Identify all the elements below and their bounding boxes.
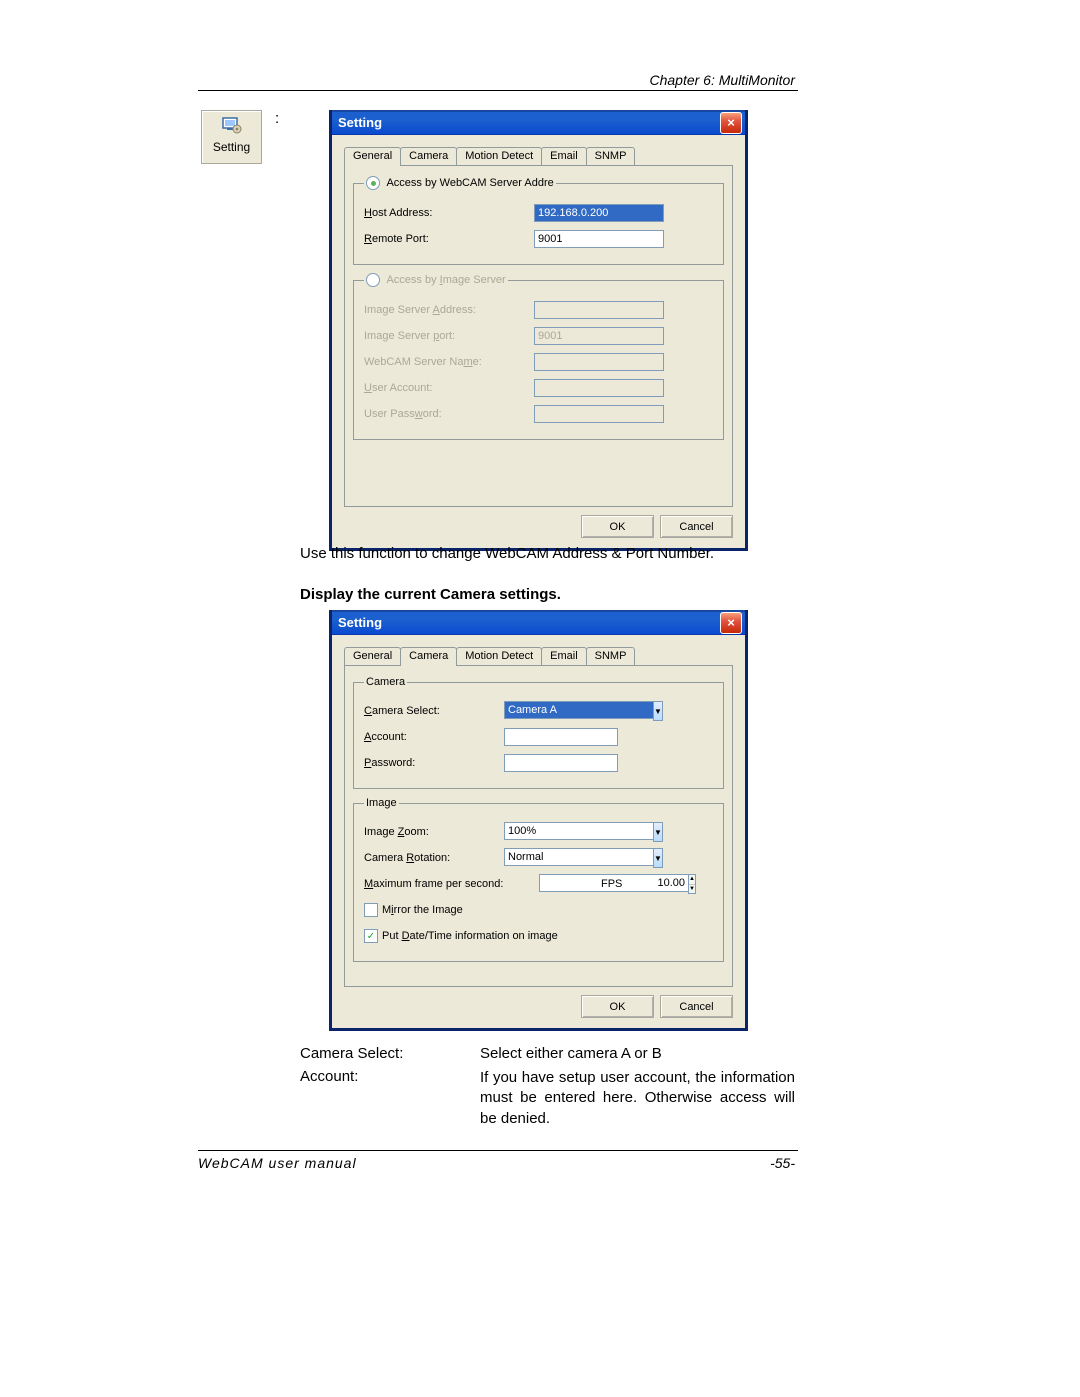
tab-strip: General Camera Motion Detect Email SNMP	[344, 143, 745, 165]
group-camera: Camera Camera Select: ▼ Account: Passwor…	[353, 676, 724, 789]
image-zoom-value[interactable]	[504, 822, 653, 840]
remote-port-input[interactable]	[534, 230, 664, 248]
group-image-server: Access by Image Server Image Server Addr…	[353, 273, 724, 440]
password-input[interactable]	[504, 754, 618, 772]
page-header-chapter: Chapter 6: MultiMonitor	[649, 72, 795, 88]
mirror-image-label: Mirror the Image	[382, 904, 463, 916]
account-input[interactable]	[504, 728, 618, 746]
chevron-down-icon[interactable]: ▼	[653, 701, 663, 721]
host-address-input[interactable]	[534, 204, 664, 222]
dialog-title: Setting	[338, 615, 720, 630]
max-fps-label: Maximum frame per second:	[364, 878, 539, 890]
tab-panel-camera: Camera Camera Select: ▼ Account: Passwor…	[344, 665, 733, 987]
webcam-server-name-input	[534, 353, 664, 371]
group-webcam-legend: Access by WebCAM Server Addre	[364, 176, 556, 190]
tab-strip: General Camera Motion Detect Email SNMP	[344, 643, 745, 665]
tab-snmp[interactable]: SNMP	[586, 647, 636, 665]
image-server-port-input	[534, 327, 664, 345]
setting-dialog-camera: Setting × General Camera Motion Detect E…	[329, 610, 748, 1031]
footer-manual: WebCAM user manual	[198, 1155, 357, 1171]
camera-select-combo[interactable]: ▼	[504, 701, 618, 721]
cancel-button[interactable]: Cancel	[660, 515, 733, 538]
fps-spinner[interactable]: ▲▼	[539, 874, 597, 894]
datetime-checkbox[interactable]: ✓	[364, 929, 378, 943]
titlebar: Setting ×	[332, 610, 745, 635]
close-icon: ×	[727, 615, 735, 630]
dialog-buttons: OK Cancel	[332, 987, 745, 1028]
tab-panel-general: Access by WebCAM Server Addre Host Addre…	[344, 165, 733, 507]
radio-webcam-server[interactable]	[366, 176, 380, 190]
use-function-text: Use this function to change WebCAM Addre…	[300, 545, 714, 562]
account-row-desc: If you have setup user account, the info…	[480, 1068, 795, 1129]
dialog-title: Setting	[338, 115, 720, 130]
camera-select-label: Camera Select:	[364, 705, 504, 717]
titlebar: Setting ×	[332, 110, 745, 135]
footer-page-number: -55-	[770, 1155, 795, 1171]
image-zoom-combo[interactable]: ▼	[504, 822, 618, 842]
dialog-buttons: OK Cancel	[332, 507, 745, 548]
remote-port-label: Remote Port:	[364, 233, 534, 245]
mirror-image-checkbox[interactable]	[364, 903, 378, 917]
tab-general[interactable]: General	[344, 147, 401, 166]
display-settings-heading: Display the current Camera settings.	[300, 586, 561, 603]
tab-motion-detect[interactable]: Motion Detect	[456, 647, 542, 665]
user-account-label: User Account:	[364, 382, 534, 394]
account-row-label: Account:	[300, 1068, 358, 1085]
group-webcam-server: Access by WebCAM Server Addre Host Addre…	[353, 176, 724, 265]
close-button[interactable]: ×	[720, 612, 742, 634]
tab-general[interactable]: General	[344, 647, 401, 665]
colon: :	[275, 110, 279, 127]
chevron-down-icon[interactable]: ▼	[653, 822, 663, 842]
image-server-port-label: Image Server port:	[364, 330, 534, 342]
ok-button[interactable]: OK	[581, 515, 654, 538]
cancel-button[interactable]: Cancel	[660, 995, 733, 1018]
camera-select-value[interactable]	[504, 701, 653, 719]
chevron-down-icon[interactable]: ▼	[653, 848, 663, 868]
tab-email[interactable]: Email	[541, 647, 587, 665]
camera-select-row-desc: Select either camera A or B	[480, 1045, 662, 1062]
user-account-input	[534, 379, 664, 397]
tab-camera[interactable]: Camera	[400, 147, 457, 165]
setting-toolbar-button[interactable]: Setting	[201, 110, 262, 164]
account-label: Account:	[364, 731, 504, 743]
password-label: Password:	[364, 757, 504, 769]
fps-suffix: FPS	[601, 878, 622, 890]
group-image-legend: Access by Image Server	[364, 273, 508, 287]
datetime-label: Put Date/Time information on image	[382, 930, 558, 942]
radio-image-server[interactable]	[366, 273, 380, 287]
close-icon: ×	[727, 115, 735, 130]
camera-select-row-label: Camera Select:	[300, 1045, 403, 1062]
camera-rotation-label: Camera Rotation:	[364, 852, 504, 864]
image-server-address-label: Image Server Address:	[364, 304, 534, 316]
host-address-label: Host Address:	[364, 207, 534, 219]
header-rule	[198, 90, 798, 91]
group-image-legend: Image	[364, 797, 399, 809]
spinner-arrows-icon[interactable]: ▲▼	[688, 874, 696, 894]
user-password-label: User Password:	[364, 408, 534, 420]
footer-rule	[198, 1150, 798, 1151]
tab-camera[interactable]: Camera	[400, 647, 457, 666]
ok-button[interactable]: OK	[581, 995, 654, 1018]
group-image: Image Image Zoom: ▼ Camera Rotation: ▼	[353, 797, 724, 962]
setting-dialog-general: Setting × General Camera Motion Detect E…	[329, 110, 748, 551]
setting-toolbar-label: Setting	[202, 140, 261, 154]
camera-rotation-value[interactable]	[504, 848, 653, 866]
camera-rotation-combo[interactable]: ▼	[504, 848, 618, 868]
tab-email[interactable]: Email	[541, 147, 587, 165]
tab-motion-detect[interactable]: Motion Detect	[456, 147, 542, 165]
image-server-address-input	[534, 301, 664, 319]
image-zoom-label: Image Zoom:	[364, 826, 504, 838]
tab-snmp[interactable]: SNMP	[586, 147, 636, 165]
group-camera-legend: Camera	[364, 676, 407, 688]
user-password-input	[534, 405, 664, 423]
close-button[interactable]: ×	[720, 112, 742, 134]
webcam-server-name-label: WebCAM Server Name:	[364, 356, 534, 368]
monitor-gear-icon	[222, 115, 242, 135]
